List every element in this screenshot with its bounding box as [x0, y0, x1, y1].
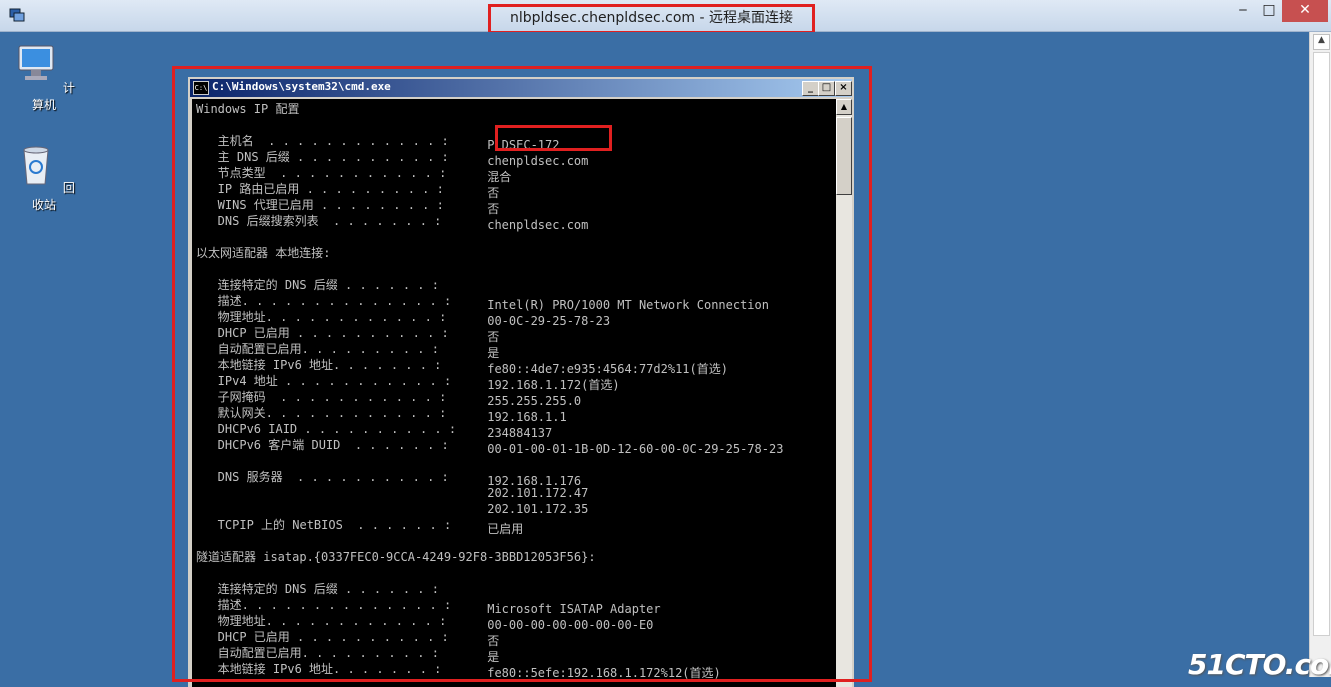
maximize-button[interactable]: □ — [1256, 0, 1282, 22]
minimize-button[interactable]: ‒ — [1230, 0, 1256, 22]
computer-icon — [18, 45, 54, 80]
hostname-highlight-box — [495, 125, 612, 151]
remote-desktop-title: nlbpldsec.chenpldsec.com - 远程桌面连接 — [488, 4, 815, 34]
remote-desktop-scrollbar[interactable]: ▲ — [1309, 32, 1331, 677]
remote-desktop-icon[interactable] — [9, 7, 25, 23]
watermark: 51CTO.com — [1188, 648, 1331, 681]
remote-desktop-titlebar: nlbpldsec.chenpldsec.com - 远程桌面连接 ‒ □ ✕ — [0, 0, 1331, 34]
desktop-icon-computer[interactable]: 计算机 — [9, 42, 79, 113]
scroll-up-icon[interactable]: ▲ — [1313, 34, 1330, 50]
close-button[interactable]: ✕ — [1282, 0, 1328, 22]
scroll-thumb[interactable] — [1313, 52, 1330, 636]
recycle-bin-icon — [23, 146, 49, 185]
cmd-highlight-box — [172, 66, 872, 682]
desktop-icon-recycle-bin[interactable]: 回收站 — [9, 142, 79, 213]
